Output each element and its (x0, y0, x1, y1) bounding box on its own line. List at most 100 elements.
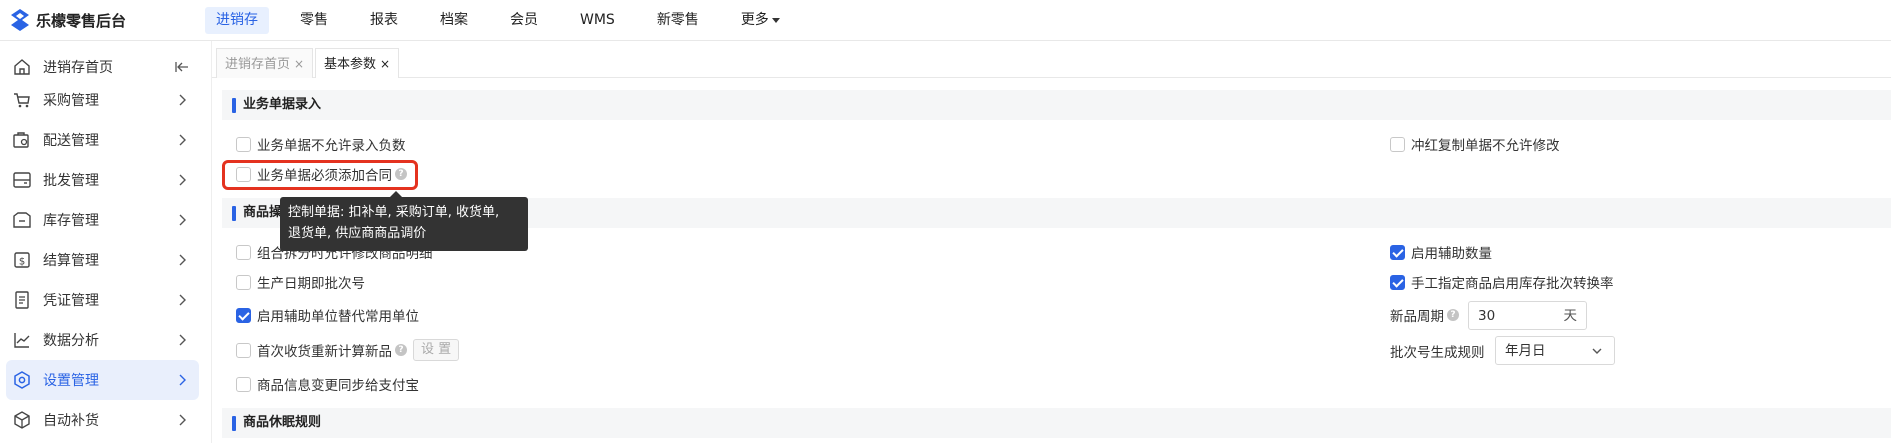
option-no-negative[interactable]: 业务单据不允许录入负数 (236, 134, 406, 154)
tooltip-line: 退货单, 供应商商品调价 (288, 226, 427, 241)
nav-item-retail[interactable]: 零售 (289, 7, 339, 34)
help-icon[interactable]: ? (395, 168, 407, 180)
checkbox-checked[interactable] (1390, 244, 1405, 260)
input-unit: 天 (1563, 308, 1578, 324)
new-product-period-label: 新品周期? (1390, 305, 1459, 325)
checkbox[interactable] (236, 136, 251, 152)
top-nav: 进销存 零售 报表 档案 会员 WMS 新零售 更多 (205, 0, 811, 41)
option-sync-alipay[interactable]: 商品信息变更同步给支付宝 (236, 374, 419, 394)
sidebar-item-settings[interactable]: 设置管理 (6, 360, 199, 400)
new-product-period-input[interactable]: 30 天 (1468, 301, 1587, 330)
help-tooltip: 控制单据: 扣补单, 采购订单, 收货单, 退货单, 供应商商品调价 (280, 191, 528, 251)
option-manual-batch[interactable]: 手工指定商品启用库存批次转换率 (1390, 272, 1614, 292)
settings-button[interactable]: 设 置 (413, 339, 460, 361)
option-label: 启用辅助单位替代常用单位 (257, 309, 419, 325)
cart-icon (14, 93, 30, 108)
chevron-right-icon (179, 334, 186, 346)
help-icon[interactable]: ? (1447, 309, 1459, 321)
sidebar-item-analytics[interactable]: 数据分析 (6, 320, 199, 360)
option-label: 业务单据不允许录入负数 (257, 138, 406, 154)
replenish-icon (14, 411, 30, 429)
sidebar-item-replenish[interactable]: 自动补货 (6, 400, 199, 440)
checkbox-checked[interactable] (236, 307, 251, 323)
chevron-right-icon (179, 134, 186, 146)
close-icon[interactable]: × (380, 57, 390, 71)
logo-icon (11, 9, 29, 31)
field-label: 新品周期 (1390, 309, 1444, 325)
option-label: 手工指定商品启用库存批次转换率 (1411, 276, 1614, 292)
tab-label: 基本参数 (324, 57, 377, 72)
option-label: 生产日期即批次号 (257, 276, 365, 292)
delivery-icon (13, 132, 29, 148)
sidebar-item-label: 配送管理 (43, 133, 99, 149)
sidebar-item-inventory[interactable]: 库存管理 (6, 200, 199, 240)
option-label: 业务单据必须添加合同 (257, 168, 392, 184)
section-business-entry: 业务单据录入 (222, 90, 1891, 120)
sidebar-item-label: 设置管理 (43, 373, 99, 389)
sidebar-item-label: 批发管理 (43, 173, 99, 189)
nav-item-inventory[interactable]: 进销存 (205, 7, 269, 34)
field-label: 批次号生成规则 (1390, 345, 1485, 361)
sidebar: 进销存首页 采购管理 配送管理 批发管理 库存管理 $ 结算管理 凭证管理 数据… (0, 41, 212, 443)
home-icon (14, 59, 30, 75)
chevron-right-icon (179, 294, 186, 306)
option-first-receive[interactable]: 首次收货重新计算新品? 设 置 (236, 339, 460, 361)
nav-item-more[interactable]: 更多 (730, 7, 791, 34)
sidebar-item-delivery[interactable]: 配送管理 (6, 120, 199, 160)
tab-inventory-home[interactable]: 进销存首页 × (216, 48, 314, 78)
input-value: 30 (1478, 308, 1496, 324)
section-accent-bar (232, 416, 236, 431)
voucher-icon (15, 291, 29, 309)
app-logo[interactable]: 乐檬零售后台 (10, 9, 126, 31)
nav-item-wms[interactable]: WMS (569, 7, 626, 34)
option-aux-unit[interactable]: 启用辅助单位替代常用单位 (236, 305, 419, 325)
tab-basic-params[interactable]: 基本参数 × (315, 48, 400, 78)
nav-item-reports[interactable]: 报表 (359, 7, 409, 34)
section-dormant: 商品休眠规则 (222, 408, 1891, 438)
collapse-sidebar-icon[interactable] (175, 60, 189, 74)
checkbox[interactable] (236, 166, 251, 182)
tab-bar: 进销存首页 × 基本参数 × (212, 41, 1891, 78)
section-accent-bar (232, 98, 236, 113)
sidebar-item-wholesale[interactable]: 批发管理 (6, 160, 199, 200)
close-icon[interactable]: × (294, 57, 304, 71)
sidebar-item-label: 进销存首页 (43, 60, 113, 76)
option-label: 冲红复制单据不允许修改 (1411, 138, 1560, 154)
option-red-copy[interactable]: 冲红复制单据不允许修改 (1390, 134, 1560, 154)
app-title: 乐檬零售后台 (36, 11, 127, 30)
section-accent-bar (232, 206, 236, 221)
caret-down-icon (771, 17, 780, 23)
sidebar-item-voucher[interactable]: 凭证管理 (6, 280, 199, 320)
checkbox-checked[interactable] (1390, 274, 1405, 290)
section-title: 业务单据录入 (243, 97, 322, 112)
batch-rule-select[interactable]: 年月日 (1495, 336, 1615, 365)
chevron-right-icon (179, 414, 186, 426)
chevron-right-icon (179, 94, 186, 106)
nav-item-member[interactable]: 会员 (499, 7, 549, 34)
option-prod-date-batch[interactable]: 生产日期即批次号 (236, 272, 365, 292)
chevron-right-icon (179, 214, 186, 226)
sidebar-item-label: 凭证管理 (43, 293, 99, 309)
wholesale-icon (13, 172, 31, 188)
checkbox[interactable] (236, 342, 251, 358)
checkbox[interactable] (1390, 136, 1405, 152)
chevron-right-icon (179, 374, 186, 386)
nav-item-new-retail[interactable]: 新零售 (646, 7, 710, 34)
settlement-icon: $ (14, 252, 30, 268)
option-must-contract[interactable]: 业务单据必须添加合同? (236, 164, 407, 184)
sidebar-item-purchase[interactable]: 采购管理 (6, 80, 199, 120)
checkbox[interactable] (236, 376, 251, 392)
checkbox[interactable] (236, 244, 251, 260)
help-icon[interactable]: ? (395, 344, 407, 356)
sidebar-item-settlement[interactable]: $ 结算管理 (6, 240, 199, 280)
option-label: 商品信息变更同步给支付宝 (257, 378, 419, 394)
option-label: 首次收货重新计算新品 (257, 344, 392, 360)
nav-item-archive[interactable]: 档案 (429, 7, 479, 34)
chevron-right-icon (179, 174, 186, 186)
top-bar: 乐檬零售后台 进销存 零售 报表 档案 会员 WMS 新零售 更多 (0, 0, 1891, 41)
sidebar-item-label: 库存管理 (43, 213, 99, 229)
chevron-down-icon (1592, 348, 1602, 354)
checkbox[interactable] (236, 274, 251, 290)
option-aux-qty[interactable]: 启用辅助数量 (1390, 242, 1492, 262)
option-label: 启用辅助数量 (1411, 246, 1492, 262)
